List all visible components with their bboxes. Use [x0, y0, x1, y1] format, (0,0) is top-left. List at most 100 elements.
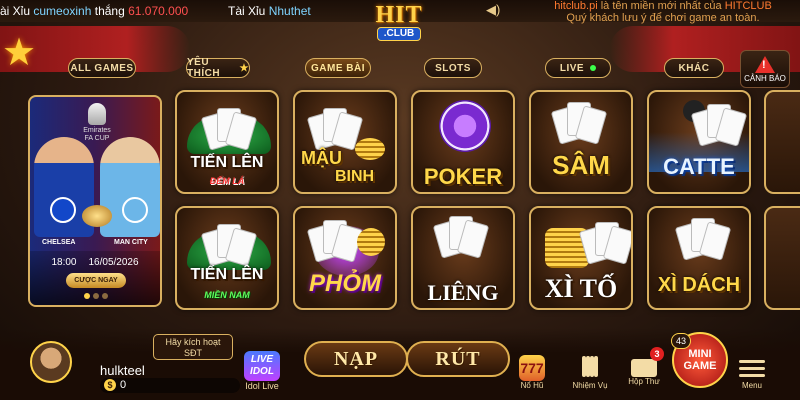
tab-label: SLOTS — [435, 62, 471, 74]
game-tien-len-dem-la[interactable]: TIẾN LÊN ĐẾM LÁ — [175, 90, 279, 194]
star-icon: ★ — [239, 62, 249, 74]
notice-brand: HITCLUB — [724, 0, 772, 12]
carousel-dot[interactable] — [93, 293, 99, 299]
fa-cup-logo: Emirates FA CUP — [82, 103, 112, 143]
idol-live-button[interactable]: LIVE IDOL Idol Live — [240, 351, 284, 399]
tab-all-games[interactable]: ALL GAMES — [68, 58, 136, 78]
match-datetime: 18:00 16/05/2026 — [30, 257, 160, 268]
username: hulkteel — [100, 363, 145, 378]
notice-text: là tên miền mới nhất của — [600, 0, 722, 12]
mailbox-label: Hộp Thư — [628, 377, 660, 386]
ticker-wins-label: thắng — [94, 4, 125, 18]
trophy-icon — [88, 103, 106, 125]
tab-label: ALL GAMES — [70, 62, 134, 74]
activate-line-2: SĐT — [184, 348, 202, 358]
avatar[interactable] — [30, 341, 72, 383]
activate-line-1: Hãy kích hoạt — [165, 337, 221, 347]
withdraw-button[interactable]: RÚT — [406, 341, 510, 377]
game-title: SÂM — [552, 150, 610, 180]
gold-coin-icon — [357, 228, 385, 256]
playing-cards-icon — [578, 220, 631, 266]
ticker-item-2: Tài Xỉu Nhuthet — [228, 0, 311, 22]
warning-label: CẢNH BÁO — [744, 73, 786, 83]
game-title: PHỎM — [309, 270, 381, 297]
carousel-dot[interactable] — [102, 293, 108, 299]
game-tien-len-mien-nam[interactable]: TIẾN LÊN MIỀN NAM — [175, 206, 279, 310]
team-away: MAN CITY — [114, 239, 148, 246]
currency-icon: $ — [104, 379, 116, 391]
playing-cards-icon — [200, 106, 258, 152]
game-title: XÌ DÁCH — [657, 274, 741, 296]
cup-name: FA CUP — [84, 135, 110, 142]
playing-cards-icon — [550, 100, 608, 146]
ticker-item-1: ài Xỉu cumeoxinh thắng 61.070.000 — [0, 0, 188, 22]
match-date: 16/05/2026 — [88, 257, 139, 268]
match-info: 18:00 16/05/2026 CƯỢC NGAY — [30, 251, 160, 305]
bet-now-button[interactable]: CƯỢC NGAY — [66, 273, 126, 288]
game-tile-partial[interactable] — [764, 90, 800, 194]
logo-sub: .CLUB — [376, 27, 422, 41]
activate-phone-button[interactable]: Hãy kích hoạt SĐT — [153, 334, 233, 360]
tab-favorites[interactable]: YÊU THÍCH ★ — [186, 57, 250, 79]
ticker-game: ài Xỉu — [0, 4, 31, 18]
tab-label: YÊU THÍCH — [187, 57, 221, 79]
domain-notice: hitclub.pi là tên miền mới nhất của HITC… — [526, 0, 800, 24]
deposit-button[interactable]: NẠP — [304, 341, 408, 377]
mini-game-count-badge: 43 — [671, 333, 691, 349]
idol-live-icon: LIVE IDOL — [244, 351, 280, 381]
live-dot-icon — [590, 65, 597, 71]
tab-live[interactable]: LIVE — [545, 58, 611, 78]
idol-live-label: Idol Live — [245, 381, 279, 391]
tab-label: GAME BÀI — [311, 62, 365, 74]
notice-domain: hitclub.pi — [554, 0, 598, 12]
game-title: TIẾN LÊN — [190, 266, 264, 283]
game-mau-binh[interactable]: MẬU BINH — [293, 90, 397, 194]
game-sam[interactable]: SÂM — [529, 90, 633, 194]
ticker-amount: 61.070.000 — [128, 4, 189, 18]
notice-line-2: Quý khách lưu ý để chơi game an toàn. — [566, 12, 760, 24]
warning-button[interactable]: ! CẢNH BÁO — [740, 50, 790, 88]
game-title: XÌ TỐ — [544, 274, 618, 303]
menu-button[interactable]: Menu — [728, 355, 776, 399]
featured-match-card[interactable]: Emirates FA CUP CHELSEA MAN CITY 18:00 16… — [28, 95, 162, 307]
warning-icon: ! — [755, 55, 775, 73]
game-xi-to[interactable]: XÌ TỐ — [529, 206, 633, 310]
idol-badge-line-2: IDOL — [250, 366, 274, 377]
carousel-dots[interactable] — [84, 293, 108, 299]
playing-cards-icon — [432, 214, 490, 260]
tasks-button[interactable]: Nhiệm Vụ — [566, 355, 614, 399]
speaker-icon[interactable]: ◀) — [486, 2, 500, 18]
vs-emblem-icon — [82, 205, 112, 227]
game-phom[interactable]: PHỎM — [293, 206, 397, 310]
carousel-dot[interactable] — [84, 293, 90, 299]
mancity-crest-icon — [122, 197, 148, 223]
game-tile-partial[interactable] — [764, 206, 800, 310]
tab-slots[interactable]: SLOTS — [424, 58, 482, 78]
game-subtitle: MIỀN NAM — [204, 290, 250, 300]
mini-game-line-1: MINI — [688, 348, 712, 360]
game-catte[interactable]: CATTE — [647, 90, 751, 194]
tab-card-games[interactable]: GAME BÀI — [305, 58, 371, 78]
match-time: 18:00 — [51, 257, 77, 268]
balance-display: $0 — [100, 378, 240, 393]
tab-label: LIVE — [559, 62, 585, 74]
hitclub-logo: HIT .CLUB — [368, 0, 430, 44]
mailbox-button[interactable]: Hộp Thư — [620, 355, 668, 399]
game-poker[interactable]: POKER — [411, 90, 515, 194]
ticker-user: cumeoxinh — [33, 4, 92, 18]
game-title: MẬU — [301, 148, 342, 168]
chelsea-crest-icon — [50, 197, 76, 223]
tab-other[interactable]: KHÁC — [664, 58, 724, 78]
mail-envelope-icon — [631, 359, 657, 377]
warning-symbol: ! — [762, 58, 766, 71]
game-lieng[interactable]: LIÊNG — [411, 206, 515, 310]
tab-label: KHÁC — [678, 62, 710, 74]
game-xi-dach[interactable]: XÌ DÁCH — [647, 206, 751, 310]
hamburger-menu-icon — [739, 355, 765, 381]
playing-cards-icon — [674, 216, 732, 262]
playing-cards-icon — [690, 102, 748, 148]
poker-chip-icon — [439, 100, 491, 152]
jackpot-button[interactable]: 777 Nổ Hũ — [508, 355, 556, 399]
jackpot-777-icon: 777 — [519, 355, 545, 381]
jackpot-label: Nổ Hũ — [520, 381, 544, 390]
